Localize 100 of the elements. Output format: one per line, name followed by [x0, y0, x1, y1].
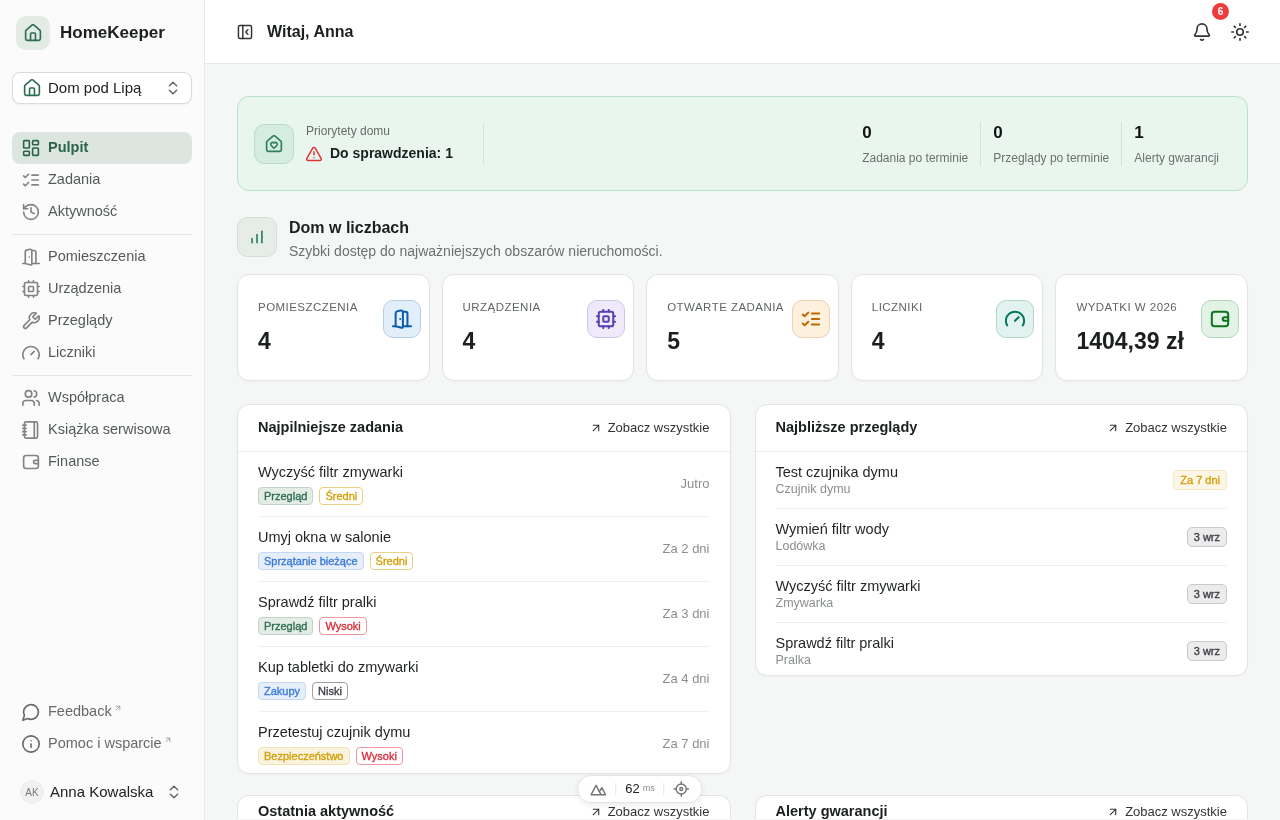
inspection-item[interactable]: Wyczyść filtr zmywarki Zmywarka 3 wrz	[775, 566, 1227, 623]
banner-label: Priorytety domu	[306, 123, 392, 139]
wallet-icon	[22, 453, 40, 471]
stat-label: OTWARTE ZADANIA	[667, 300, 785, 315]
nav-item[interactable]: Urządzenia	[12, 273, 192, 305]
nav-item[interactable]: Aktywność	[12, 196, 192, 228]
section-subtitle: Szybki dostęp do najważniejszych obszarów nieruchomości.	[289, 242, 663, 261]
stat-label: Zadania po terminie	[862, 149, 969, 166]
inspection-item[interactable]: Sprawdź filtr pralki Pralka 3 wrz	[775, 623, 1227, 675]
category-tag: Sprzątanie bieżące	[258, 552, 364, 570]
gauge-icon	[22, 344, 40, 362]
inspection-title: Wyczyść filtr zmywarki	[775, 577, 922, 595]
task-item[interactable]: Kup tabletki do zmywarki Zakupy Niski Za 4 dni	[258, 647, 710, 712]
due-date-tag: Za 7 dni	[1173, 470, 1227, 490]
notification-badge: 6	[1212, 2, 1229, 20]
priority-tag: Średni	[319, 487, 364, 505]
warning-icon	[306, 145, 322, 162]
door-icon	[22, 248, 40, 266]
inspection-title: Sprawdź filtr pralki	[775, 634, 895, 652]
stat-label: URZĄDZENIA	[462, 300, 542, 315]
task-item[interactable]: Sprawdź filtr pralki Przegląd Wysoki Za 3 dni	[258, 582, 710, 647]
stat-value: 0	[993, 121, 1004, 144]
nav-item[interactable]: Współpraca	[12, 382, 192, 414]
task-title: Przetestuj czujnik dymu	[258, 723, 412, 741]
wrench-icon	[22, 312, 40, 330]
task-item[interactable]: Wyczyść filtr zmywarki Przegląd Średni Jutro	[258, 452, 710, 517]
due-date: Za 7 dni	[662, 735, 710, 754]
view-all-link[interactable]: Zobacz wszystkie	[1099, 414, 1235, 442]
view-all-link[interactable]: Zobacz wszystkie	[1099, 804, 1235, 819]
task-item[interactable]: Umyj okna w salonie Sprzątanie bieżące Średni Za 2 dni	[258, 517, 710, 582]
sidebar-link[interactable]: Pomoc i wsparcie	[12, 728, 192, 760]
house-logo-icon	[16, 16, 50, 50]
info-icon	[22, 735, 40, 753]
due-date-tag: 3 wrz	[1186, 584, 1227, 604]
stat-label: POMIESZCZENIA	[258, 300, 359, 315]
checklist-icon	[22, 171, 40, 189]
people-icon	[22, 389, 40, 407]
section-title: Dom w liczbach	[289, 218, 411, 238]
home-selector[interactable]: Dom pod Lipą	[12, 72, 192, 104]
nav-item[interactable]: Książka serwisowa	[12, 414, 192, 446]
timing-value: 62	[625, 780, 640, 799]
device-name: Czujnik dymu	[775, 481, 852, 497]
task-title: Umyj okna w salonie	[258, 528, 392, 546]
sun-icon	[1231, 22, 1249, 41]
view-all-link[interactable]: Zobacz wszystkie	[581, 414, 718, 442]
inspection-item[interactable]: Wymień filtr wody Lodówka 3 wrz	[775, 509, 1227, 566]
priority-tag: Średni	[369, 552, 414, 570]
user-name[interactable]: Anna Kowalska	[50, 780, 160, 804]
user-avatar: AK	[20, 780, 44, 804]
panel-title: Ostatnia aktywność	[258, 804, 395, 819]
notebook-icon	[22, 421, 40, 439]
stat-label: WYDATKI W 2026	[1076, 300, 1179, 315]
category-tag: Zakupy	[258, 682, 307, 700]
priority-tag: Wysoki	[355, 747, 403, 765]
crosshair-icon[interactable]	[673, 781, 690, 797]
due-date: Za 2 dni	[662, 540, 710, 559]
stat-value: 4	[462, 327, 477, 356]
due-date-tag: 3 wrz	[1186, 641, 1227, 661]
nav-item[interactable]: Pomieszczenia	[12, 241, 192, 273]
external-link-icon	[113, 704, 122, 712]
panel-title: Najpilniejsze zadania	[258, 418, 404, 438]
chip-icon	[22, 280, 40, 298]
stat-card[interactable]: OTWARTE ZADANIA 5	[646, 274, 839, 381]
stat-label: LICZNIKI	[871, 300, 924, 315]
due-date: Za 4 dni	[662, 670, 710, 689]
stat-card[interactable]: URZĄDZENIA 4	[441, 274, 635, 381]
category-tag: Przegląd	[258, 617, 314, 635]
task-title: Sprawdź filtr pralki	[258, 593, 378, 611]
inspection-item[interactable]: Test czujnika dymu Czujnik dymu Za 7 dni	[775, 452, 1227, 509]
stat-card[interactable]: WYDATKI W 2026 1404,39 zł	[1055, 274, 1248, 381]
nav-item[interactable]: Zadania	[12, 164, 192, 196]
device-name: Lodówka	[775, 538, 827, 554]
sidebar-link[interactable]: Feedback	[12, 696, 192, 728]
stat-value: 4	[258, 327, 272, 356]
nav-item[interactable]: Przeglądy	[12, 305, 192, 337]
priority-status: Do sprawdzenia: 1	[330, 144, 453, 163]
task-title: Kup tabletki do zmywarki	[258, 658, 420, 676]
stat-card[interactable]: POMIESZCZENIA 4	[237, 274, 430, 381]
priority-tag: Niski	[312, 682, 348, 700]
grid-icon	[22, 139, 40, 157]
bell-icon	[1193, 22, 1211, 41]
category-tag: Przegląd	[258, 487, 314, 505]
due-date: Jutro	[680, 475, 710, 494]
view-all-link[interactable]: Zobacz wszystkie	[581, 804, 718, 819]
device-name: Zmywarka	[775, 595, 835, 611]
history-icon	[22, 203, 40, 221]
device-name: Pralka	[775, 652, 812, 668]
nav-item[interactable]: Pulpit	[12, 132, 192, 164]
due-date-tag: 3 wrz	[1186, 527, 1227, 547]
stat-card[interactable]: LICZNIKI 4	[850, 274, 1044, 381]
speech-bubble-icon	[22, 703, 40, 721]
panel-collapse-icon	[237, 23, 253, 40]
panel-title: Alerty gwarancji	[775, 804, 888, 819]
nav-item[interactable]: Liczniki	[12, 337, 192, 369]
bar-chart-icon	[237, 217, 277, 257]
inspection-title: Wymień filtr wody	[775, 520, 890, 538]
nav-item[interactable]: Finanse	[12, 446, 192, 478]
app-name: HomeKeeper	[60, 22, 165, 45]
task-item[interactable]: Przetestuj czujnik dymu Bezpieczeństwo Wysoki Za 7 dni	[258, 712, 710, 773]
stat-value: 1404,39 zł	[1076, 327, 1185, 356]
